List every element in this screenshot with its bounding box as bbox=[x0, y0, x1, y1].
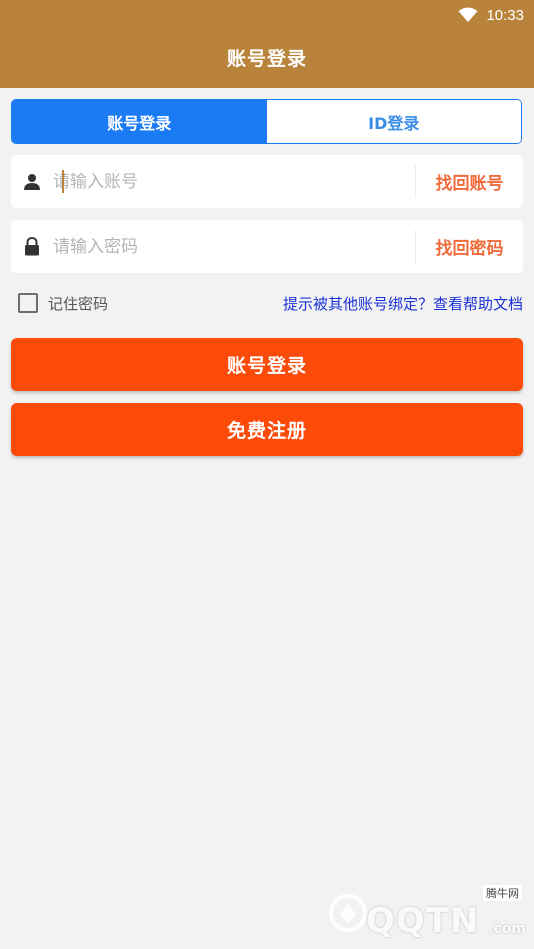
user-icon bbox=[12, 173, 52, 191]
watermark-brand: QQTN bbox=[366, 901, 480, 941]
status-time: 10:33 bbox=[486, 6, 524, 24]
register-button[interactable]: 免费注册 bbox=[11, 403, 523, 456]
password-input[interactable] bbox=[52, 226, 415, 267]
text-cursor bbox=[62, 170, 64, 193]
login-mode-tabs: 账号登录 ID登录 bbox=[11, 99, 522, 144]
recover-account-link[interactable]: 找回账号 bbox=[416, 169, 523, 194]
tab-account-login[interactable]: 账号登录 bbox=[12, 100, 267, 143]
remember-password-checkbox[interactable] bbox=[18, 293, 38, 313]
page-title: 账号登录 bbox=[226, 48, 307, 70]
tab-id-login[interactable]: ID登录 bbox=[266, 100, 521, 143]
account-input[interactable] bbox=[52, 161, 415, 202]
status-bar: 10:33 bbox=[458, 4, 524, 26]
lock-icon bbox=[12, 237, 52, 256]
watermark-suffix: .com bbox=[488, 921, 526, 937]
help-doc-link[interactable]: 提示被其他账号绑定？查看帮助文档 bbox=[283, 293, 523, 314]
app-header: 10:33 账号登录 bbox=[0, 0, 534, 88]
account-field: 找回账号 bbox=[11, 155, 523, 208]
recover-password-link[interactable]: 找回密码 bbox=[416, 234, 523, 259]
site-watermark: QQTN 腾牛网 .com bbox=[326, 881, 526, 943]
login-options: 记住密码 提示被其他账号绑定？查看帮助文档 bbox=[18, 290, 523, 316]
password-field: 找回密码 bbox=[11, 220, 523, 273]
watermark-logo-icon bbox=[328, 893, 368, 937]
login-button[interactable]: 账号登录 bbox=[11, 338, 523, 391]
watermark-site-name: 腾牛网 bbox=[483, 885, 522, 901]
wifi-icon bbox=[458, 7, 478, 23]
remember-password-label: 记住密码 bbox=[48, 294, 109, 313]
